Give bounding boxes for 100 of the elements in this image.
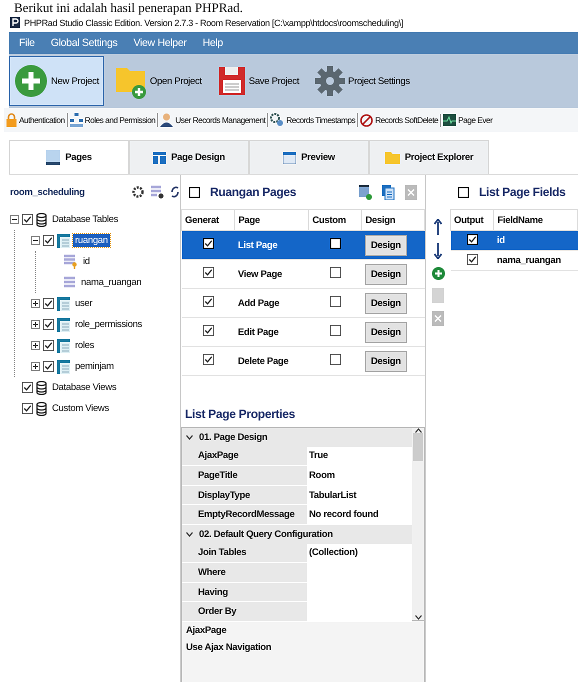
menu-item[interactable]: File xyxy=(19,37,35,49)
design-button[interactable]: Design xyxy=(364,350,407,372)
design-button[interactable]: Design xyxy=(364,264,407,284)
up-arrow-icon[interactable] xyxy=(434,219,442,235)
checkbox[interactable] xyxy=(202,296,214,307)
checkbox[interactable] xyxy=(22,214,33,225)
checkbox[interactable] xyxy=(43,319,54,330)
property-name[interactable]: PageTitle xyxy=(196,466,306,485)
expand-icon[interactable] xyxy=(31,341,40,350)
property-name[interactable]: DisplayType xyxy=(196,486,306,504)
expand-icon[interactable] xyxy=(31,320,40,329)
table-row[interactable]: View Page Design xyxy=(182,260,424,288)
add-page-icon[interactable] xyxy=(359,184,372,200)
property-value[interactable]: True xyxy=(306,446,412,466)
tree-item[interactable]: roles xyxy=(73,339,96,352)
checkbox[interactable] xyxy=(22,403,33,414)
panel-title: List Page Fields xyxy=(479,185,567,199)
tree-item[interactable]: ruangan xyxy=(73,234,110,247)
design-button[interactable]: Design xyxy=(364,234,407,256)
toolbar-button[interactable]: Save Project xyxy=(212,56,304,106)
property-name[interactable]: EmptyRecordMessage xyxy=(196,505,306,524)
category-label[interactable]: 01. Page Design xyxy=(199,432,268,443)
checkbox[interactable] xyxy=(458,186,469,198)
tab[interactable]: Project Explorer xyxy=(369,140,489,174)
page-icon xyxy=(46,150,60,165)
checkbox[interactable] xyxy=(202,267,214,278)
column-header[interactable]: Output xyxy=(450,210,494,230)
tree-item[interactable]: Database Views xyxy=(50,381,118,394)
expand-icon[interactable] xyxy=(31,362,40,371)
add-icon[interactable] xyxy=(432,267,444,280)
expand-icon[interactable] xyxy=(31,299,40,308)
table-icon xyxy=(57,338,70,352)
tree-item[interactable]: role_permissions xyxy=(73,318,144,331)
property-value[interactable]: Room xyxy=(306,466,412,485)
chevron-down-icon[interactable] xyxy=(186,532,193,537)
column-header[interactable]: Page xyxy=(234,210,309,230)
tree-item[interactable]: Custom Views xyxy=(50,402,111,415)
toolbar-button[interactable]: Records Timestamps xyxy=(286,115,356,125)
table-row[interactable]: List Page Design xyxy=(182,230,424,260)
toolbar-button[interactable]: Page Ever xyxy=(458,115,492,125)
design-button[interactable]: Design xyxy=(364,322,407,342)
list-settings-icon[interactable] xyxy=(151,185,164,199)
checkbox[interactable] xyxy=(330,296,341,307)
checkbox[interactable] xyxy=(330,325,341,336)
tab[interactable]: Pages xyxy=(9,140,129,174)
checkbox[interactable] xyxy=(330,354,341,365)
checkbox[interactable] xyxy=(466,254,478,264)
property-name[interactable]: Join Tables xyxy=(196,544,306,562)
tree-item[interactable]: Database Tables xyxy=(50,213,120,226)
table-row[interactable]: id xyxy=(450,230,578,250)
column-header[interactable]: Custom xyxy=(308,210,362,230)
property-value[interactable]: (Collection) xyxy=(306,544,412,562)
chevron-down-icon[interactable] xyxy=(186,434,193,440)
toolbar-button[interactable]: Authentication xyxy=(19,115,65,125)
table-row[interactable]: Add Page Design xyxy=(182,288,424,318)
checkbox[interactable] xyxy=(330,238,341,249)
checkbox[interactable] xyxy=(189,186,200,198)
checkbox[interactable] xyxy=(43,235,54,246)
table-row[interactable]: nama_ruangan xyxy=(450,250,578,270)
menu-item[interactable]: Help xyxy=(202,37,223,49)
menu-item[interactable]: Global Settings xyxy=(50,37,118,49)
toolbar-button[interactable]: Roles and Permission xyxy=(84,115,156,125)
menu-item[interactable]: View Helper xyxy=(133,37,187,49)
checkbox[interactable] xyxy=(202,238,214,249)
checkbox[interactable] xyxy=(202,354,214,365)
checkbox[interactable] xyxy=(43,361,54,372)
property-name[interactable]: AjaxPage xyxy=(196,446,306,466)
checkbox[interactable] xyxy=(22,382,33,393)
document-icon[interactable] xyxy=(382,184,395,200)
tab[interactable]: Preview xyxy=(249,140,369,174)
tree-item[interactable]: nama_ruangan xyxy=(79,276,144,289)
collapse-icon[interactable] xyxy=(10,215,19,224)
down-arrow-icon[interactable] xyxy=(434,243,442,259)
scrollbar-thumb[interactable] xyxy=(413,433,423,461)
scroll-up-icon[interactable] xyxy=(414,428,422,433)
property-value[interactable]: TabularList xyxy=(306,486,412,504)
checkbox[interactable] xyxy=(202,325,214,336)
column-header[interactable]: Design xyxy=(362,210,424,230)
checkbox[interactable] xyxy=(330,267,341,278)
toolbar-button[interactable]: New Project xyxy=(9,56,104,106)
refresh-icon[interactable] xyxy=(170,184,180,200)
table-row[interactable]: Delete Page Design xyxy=(182,346,424,376)
tree-item[interactable]: id xyxy=(81,255,92,268)
table-row[interactable]: Edit Page Design xyxy=(182,318,424,346)
tree-item[interactable]: user xyxy=(73,297,94,310)
checkbox[interactable] xyxy=(466,234,478,244)
toolbar-button[interactable]: Project Settings xyxy=(310,56,415,106)
column-header[interactable]: Generat xyxy=(182,210,235,230)
toolbar-button[interactable]: Records SoftDelete xyxy=(375,115,438,125)
column-header[interactable]: FieldName xyxy=(494,210,578,230)
checkbox[interactable] xyxy=(43,340,54,351)
tab[interactable]: Page Design xyxy=(129,140,249,174)
tree-item[interactable]: peminjam xyxy=(73,360,116,373)
property-value[interactable]: No record found xyxy=(306,505,412,524)
scroll-down-icon[interactable] xyxy=(414,615,422,620)
checkbox[interactable] xyxy=(43,298,54,309)
design-button[interactable]: Design xyxy=(364,292,407,314)
toolbar-button[interactable]: Open Project xyxy=(110,56,207,106)
collapse-icon[interactable] xyxy=(31,236,40,245)
toolbar-button[interactable]: User Records Management xyxy=(175,115,266,125)
